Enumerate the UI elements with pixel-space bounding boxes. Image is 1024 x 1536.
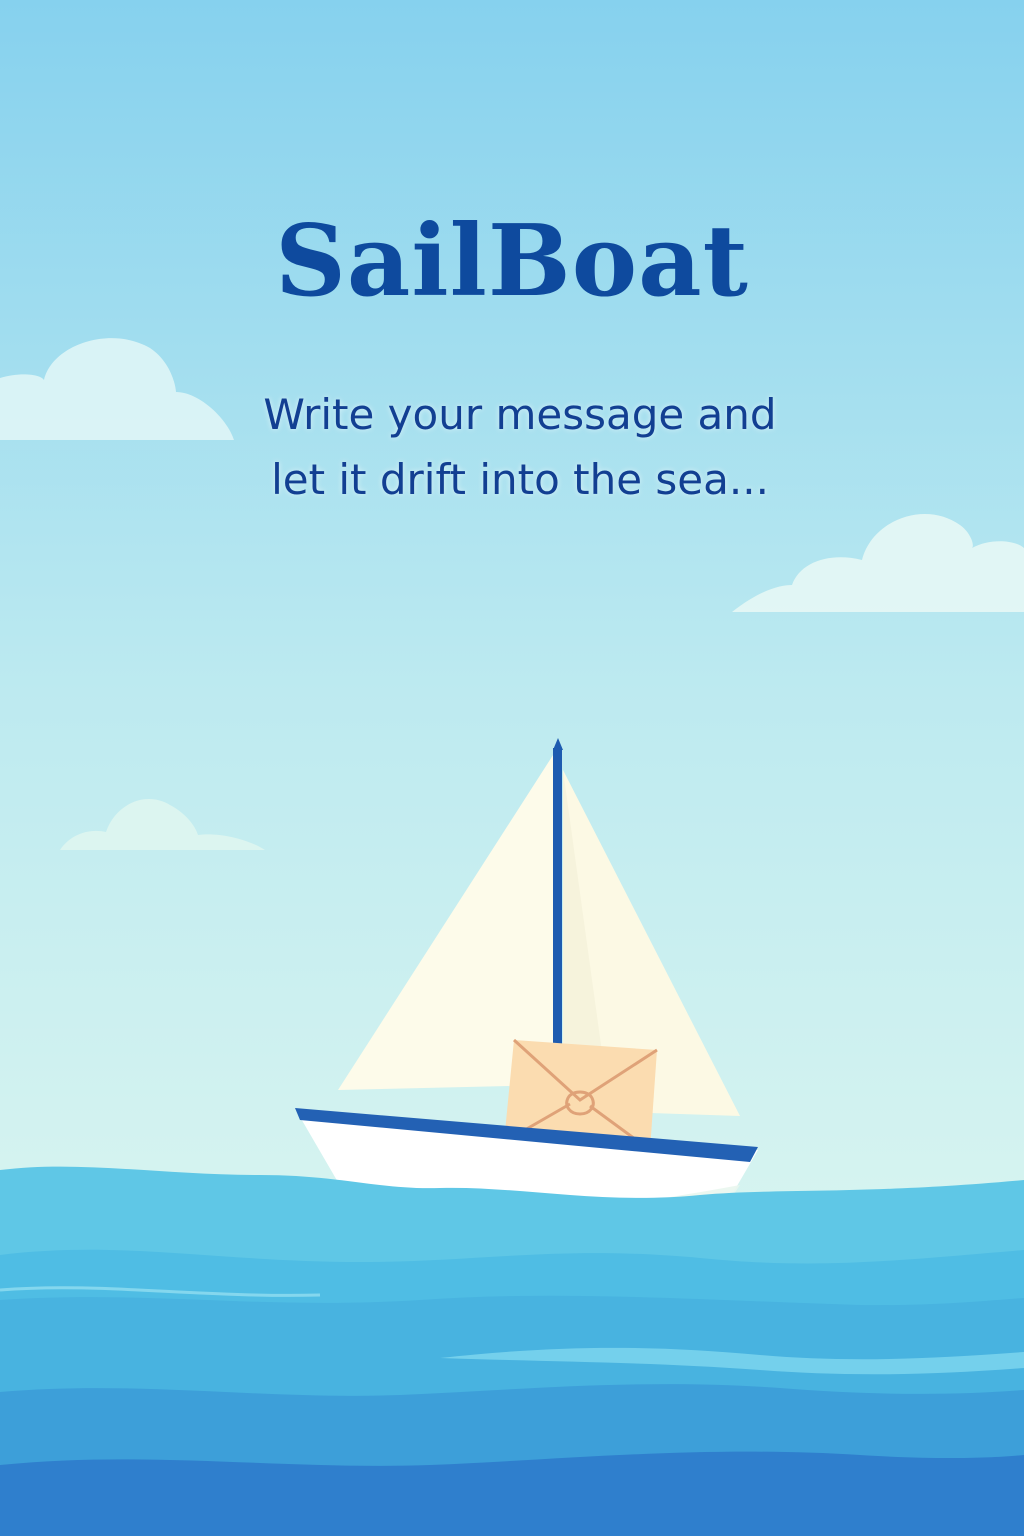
tagline-line-1: Write your message and <box>263 390 777 439</box>
mast <box>553 748 562 1048</box>
sea <box>0 1166 1024 1536</box>
app-title: SailBoat <box>275 204 749 319</box>
tagline-line-2: let it drift into the sea... <box>271 455 769 504</box>
